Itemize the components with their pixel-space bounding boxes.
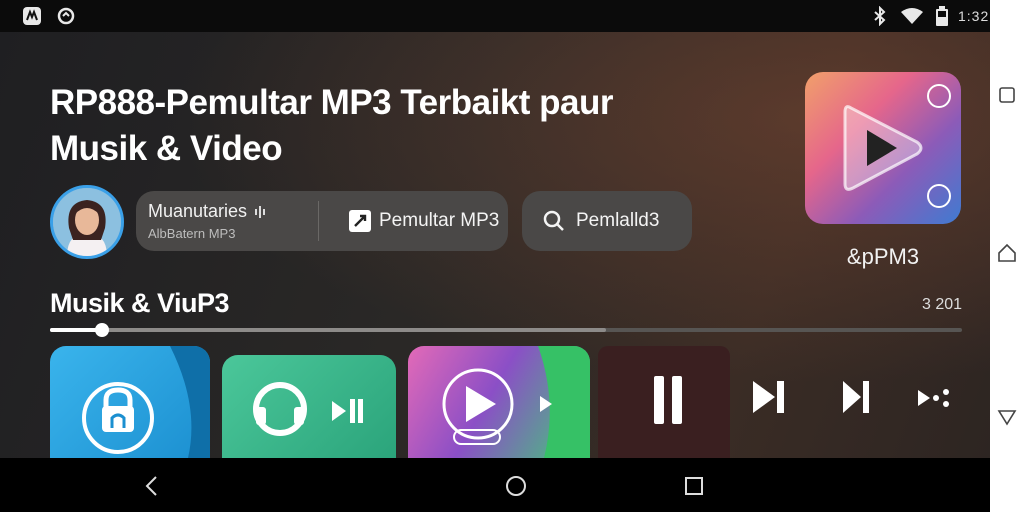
back-icon — [145, 476, 157, 496]
wifi-icon — [900, 6, 924, 26]
user-pill[interactable]: Muanutaries AlbBatern MP3 Pemultar MP3 — [136, 191, 508, 251]
next-track-button[interactable] — [748, 376, 790, 418]
bottom-navigation — [0, 458, 990, 512]
sync-icon — [56, 6, 76, 26]
search-icon — [542, 209, 566, 233]
section-title: Musik & ViuP3 — [50, 288, 230, 318]
avatar[interactable] — [50, 185, 124, 259]
status-bar: 1:32 — [0, 0, 990, 32]
battery-icon — [934, 6, 950, 26]
side-home-button[interactable] — [994, 240, 1020, 266]
media-card-headphones[interactable] — [222, 355, 396, 458]
status-time: 1:32 — [958, 8, 990, 24]
home-button[interactable] — [502, 472, 530, 500]
search-label: Pemlalld3 — [576, 210, 660, 231]
section-meta: 3 201 — [922, 296, 963, 313]
recents-icon — [685, 477, 703, 495]
search-pill[interactable]: Pemlalld3 — [522, 191, 692, 251]
skip-forward-button[interactable] — [838, 378, 872, 416]
progress-bar[interactable] — [50, 323, 962, 337]
play-logo-icon — [843, 84, 951, 208]
skip-next-icon — [753, 381, 784, 413]
mp3-icon — [349, 210, 371, 232]
user-info: Muanutaries AlbBatern MP3 — [148, 201, 318, 241]
audio-wave-icon — [253, 205, 267, 219]
headline-line-2: Musik & Video — [50, 129, 283, 168]
recents-icon — [999, 87, 1015, 103]
side-navigation — [990, 0, 1024, 512]
user-name: Muanutaries — [148, 201, 248, 221]
app-tile[interactable] — [805, 72, 961, 224]
cast-next-icon — [918, 389, 949, 407]
home-icon — [506, 476, 526, 496]
app-icon — [22, 6, 42, 26]
back-button[interactable] — [138, 472, 166, 500]
recents-button[interactable] — [680, 472, 708, 500]
pill-divider — [318, 201, 319, 241]
pause-icon — [654, 376, 664, 424]
skip-forward-icon — [843, 381, 869, 413]
page-title: RP888-Pemultar MP3 Terbaikt paur Musik &… — [50, 80, 770, 172]
more-options-button[interactable] — [916, 386, 952, 410]
headline-line-1: RP888-Pemultar MP3 Terbaikt paur — [50, 83, 614, 122]
side-recents-button[interactable] — [994, 82, 1020, 108]
user-subtitle: AlbBatern MP3 — [148, 226, 236, 241]
app-caption: &pPM3 — [846, 244, 920, 269]
back-icon — [997, 410, 1017, 426]
media-card-lock[interactable] — [50, 346, 210, 458]
media-card-pause[interactable] — [598, 346, 730, 458]
progress-thumb[interactable] — [94, 323, 109, 337]
search-button[interactable]: Pemlalld3 — [542, 209, 659, 233]
side-back-button[interactable] — [994, 404, 1020, 430]
bluetooth-icon — [870, 6, 890, 26]
home-icon — [998, 243, 1016, 262]
mp3-player-button[interactable]: Pemultar MP3 — [349, 210, 499, 232]
progress-buffer — [50, 328, 607, 332]
main-screen: RP888-Pemultar MP3 Terbaikt paur Musik &… — [0, 32, 990, 458]
mp3-player-label: Pemultar MP3 — [379, 210, 500, 231]
media-card-video[interactable] — [408, 346, 590, 458]
